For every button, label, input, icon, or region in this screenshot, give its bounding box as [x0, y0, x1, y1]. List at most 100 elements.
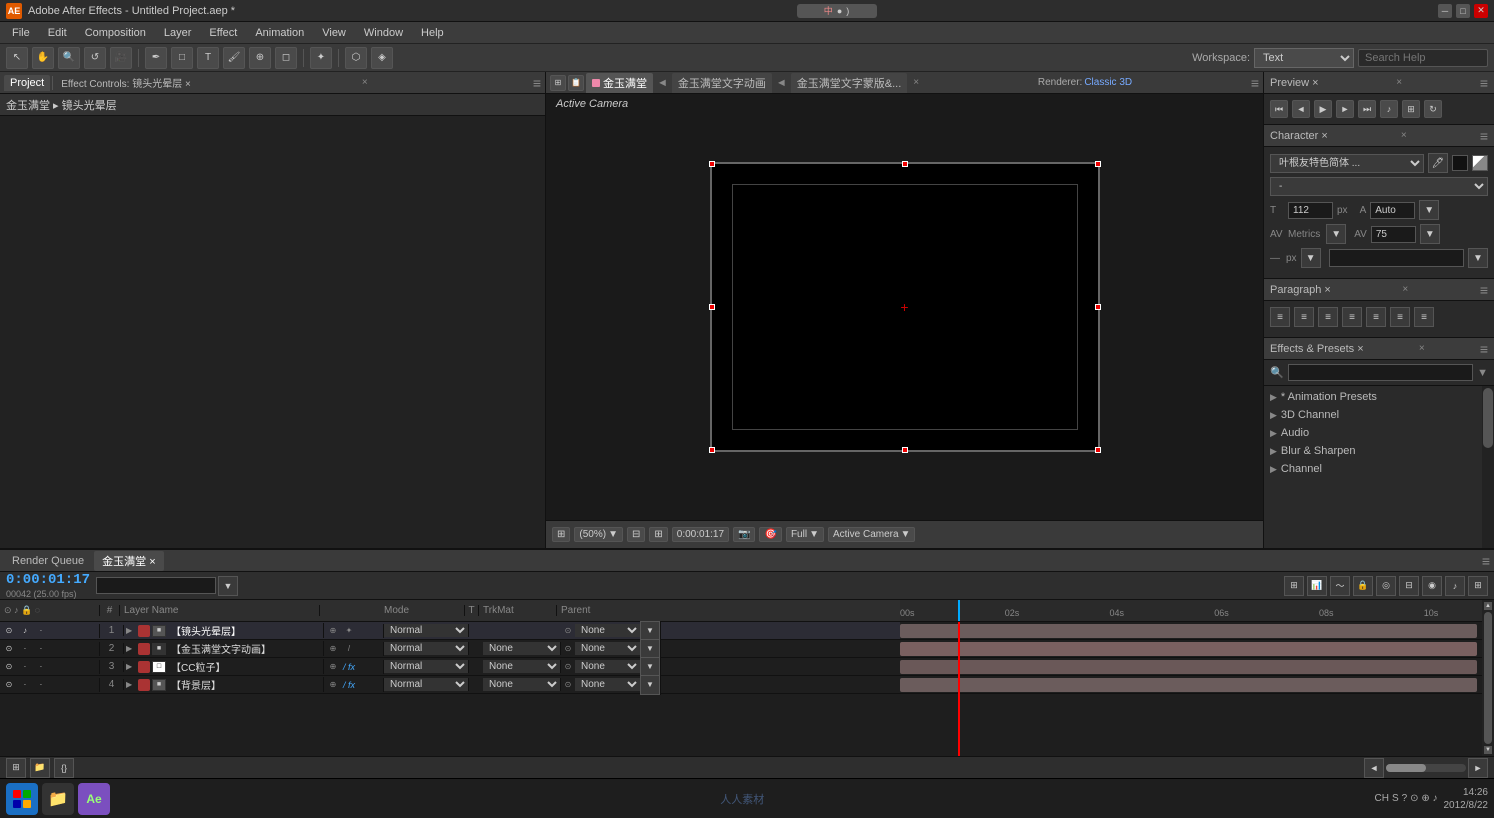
tool-selection[interactable]: ↖: [6, 47, 28, 69]
tool-3d[interactable]: ◈: [371, 47, 393, 69]
tl-btn-audio[interactable]: ♪: [1445, 576, 1465, 596]
layer2-vis[interactable]: ⊙: [2, 642, 16, 656]
layer3-lock[interactable]: ·: [34, 660, 48, 674]
comp-timecode-display[interactable]: 0:00:01:17: [672, 527, 729, 542]
comp-tab-text-anim[interactable]: 金玉满堂文字动画: [672, 73, 772, 93]
tool-shape[interactable]: □: [171, 47, 193, 69]
comp-snap-btn[interactable]: 🎯: [759, 527, 781, 542]
layer3-audio[interactable]: ·: [18, 660, 32, 674]
handle-ml[interactable]: [709, 304, 715, 310]
menu-layer[interactable]: Layer: [156, 25, 200, 41]
timeline-menu[interactable]: ≡: [1482, 553, 1490, 569]
comp-active-view[interactable]: Active Camera ▼: [828, 527, 915, 542]
effects-search-input[interactable]: [1288, 364, 1473, 381]
layer1-lock[interactable]: ·: [34, 624, 48, 638]
renderer-value[interactable]: Classic 3D: [1084, 77, 1132, 88]
layer4-sw1[interactable]: ⊕: [326, 678, 340, 692]
layer1-parent[interactable]: None: [575, 624, 640, 637]
layer2-mode[interactable]: Normal: [384, 642, 469, 655]
handle-mr[interactable]: [1095, 304, 1101, 310]
align-justify-last-right[interactable]: ≡: [1414, 307, 1434, 327]
effects-cat-channel[interactable]: ▶ Channel: [1264, 460, 1482, 478]
effects-close[interactable]: ×: [1419, 343, 1425, 354]
menu-effect[interactable]: Effect: [201, 25, 245, 41]
layer-row-4[interactable]: ⊙ · · 4 ▶ ■ 【背景层】 ⊕ / fx Normal: [0, 676, 900, 694]
menu-edit[interactable]: Edit: [40, 25, 75, 41]
comp-grid-btn[interactable]: ⊞: [649, 527, 667, 542]
color-stop-dropdown[interactable]: ▼: [1468, 248, 1488, 268]
effects-cat-3d[interactable]: ▶ 3D Channel: [1264, 406, 1482, 424]
handle-br[interactable]: [1095, 447, 1101, 453]
paragraph-menu[interactable]: ≡: [1480, 282, 1488, 298]
scroll-down-btn[interactable]: ▼: [1484, 746, 1492, 754]
font-size-input[interactable]: [1288, 202, 1333, 219]
handle-bc[interactable]: [902, 447, 908, 453]
metrics-dropdown[interactable]: ▼: [1326, 224, 1346, 244]
layer2-color[interactable]: [138, 643, 150, 655]
start-button[interactable]: [6, 783, 38, 815]
tool-snap[interactable]: ⬡: [345, 47, 367, 69]
effects-scrollbar[interactable]: [1482, 386, 1494, 548]
comp-preview-quality[interactable]: ⊟: [627, 527, 645, 542]
tool-eraser[interactable]: ◻: [275, 47, 297, 69]
preview-skip-start[interactable]: ⏮: [1270, 100, 1288, 118]
layer1-audio[interactable]: ♪: [18, 624, 32, 638]
layer-search-input[interactable]: [96, 577, 216, 594]
layer4-fx[interactable]: / fx: [342, 678, 356, 692]
comp-zoom-select[interactable]: (50%) ▼: [574, 527, 623, 542]
layer1-parent-dropdown[interactable]: ▼: [640, 621, 660, 641]
comp-tab-close[interactable]: ×: [913, 77, 919, 88]
layer3-sw1[interactable]: ⊕: [326, 660, 340, 674]
font-family-select[interactable]: 叶根友特色简体 ...: [1270, 154, 1424, 173]
layer3-color[interactable]: [138, 661, 150, 673]
help-search-input[interactable]: [1358, 49, 1488, 67]
preview-prev-frame[interactable]: ◄: [1292, 100, 1310, 118]
timecode-display[interactable]: 0:00:01:17: [6, 572, 90, 588]
tracking-input[interactable]: [1371, 226, 1416, 243]
layer3-parent[interactable]: None: [575, 660, 640, 673]
window-controls[interactable]: ─ □ ✕: [1438, 4, 1488, 18]
menu-file[interactable]: File: [4, 25, 38, 41]
tool-puppet[interactable]: ✦: [310, 47, 332, 69]
preview-next-frame[interactable]: ►: [1336, 100, 1354, 118]
layer3-mode[interactable]: Normal: [384, 660, 469, 673]
layer-row-3[interactable]: ⊙ · · 3 ▶ □ 【CC粒子】 ⊕ / fx Normal: [0, 658, 900, 676]
tab-project[interactable]: Project: [4, 75, 50, 91]
layer2-expand[interactable]: ▶: [126, 644, 136, 653]
layer2-trkmat[interactable]: None: [483, 642, 561, 655]
layer4-parent-dropdown[interactable]: ▼: [640, 675, 660, 695]
effect-controls-close[interactable]: ×: [362, 77, 368, 88]
tl-btn-shy[interactable]: ◎: [1376, 576, 1396, 596]
preview-close[interactable]: ×: [1396, 77, 1402, 88]
layer4-expand[interactable]: ▶: [126, 680, 136, 689]
tool-camera[interactable]: 🎥: [110, 47, 132, 69]
layer2-audio[interactable]: ·: [18, 642, 32, 656]
comp-lock-btn[interactable]: ⊞: [550, 75, 566, 91]
timeline-scrollbar-right[interactable]: ▲ ▼: [1482, 600, 1494, 756]
tl-btn-render[interactable]: ⊞: [1468, 576, 1488, 596]
tl-btn-quality[interactable]: ⊟: [1399, 576, 1419, 596]
effects-cat-audio[interactable]: ▶ Audio: [1264, 424, 1482, 442]
tl-btn-solo[interactable]: ◉: [1422, 576, 1442, 596]
layer1-sw2[interactable]: ✦: [342, 624, 356, 638]
preview-loop[interactable]: ↻: [1424, 100, 1442, 118]
preview-ram[interactable]: ⊞: [1402, 100, 1420, 118]
menu-help[interactable]: Help: [413, 25, 452, 41]
align-right[interactable]: ≡: [1318, 307, 1338, 327]
tab-render-queue[interactable]: Render Queue: [4, 553, 92, 569]
kerning-dropdown[interactable]: ▼: [1419, 200, 1439, 220]
layer-row-1[interactable]: ⊙ ♪ · 1 ▶ ■ 【镜头光晕层】 ⊕ ✦ Normal: [0, 622, 900, 640]
left-panel-menu[interactable]: ≡: [533, 75, 541, 91]
tool-zoom[interactable]: 🔍: [58, 47, 80, 69]
track-row-1[interactable]: [900, 622, 1482, 640]
effects-menu[interactable]: ≡: [1480, 341, 1488, 357]
layer4-lock[interactable]: ·: [34, 678, 48, 692]
tab-composition-timeline[interactable]: 金玉满堂 ×: [94, 551, 163, 571]
paragraph-close[interactable]: ×: [1402, 284, 1408, 295]
kerning-input[interactable]: [1370, 202, 1415, 219]
tab-effect-controls[interactable]: Effect Controls: 镜头光晕层 ×: [55, 73, 197, 92]
preview-menu[interactable]: ≡: [1480, 75, 1488, 91]
font-picker-btn[interactable]: 🖊: [1428, 153, 1448, 173]
comp-cam-btn[interactable]: 📷: [733, 527, 755, 542]
tl-btn-comp[interactable]: ⊞: [1284, 576, 1304, 596]
